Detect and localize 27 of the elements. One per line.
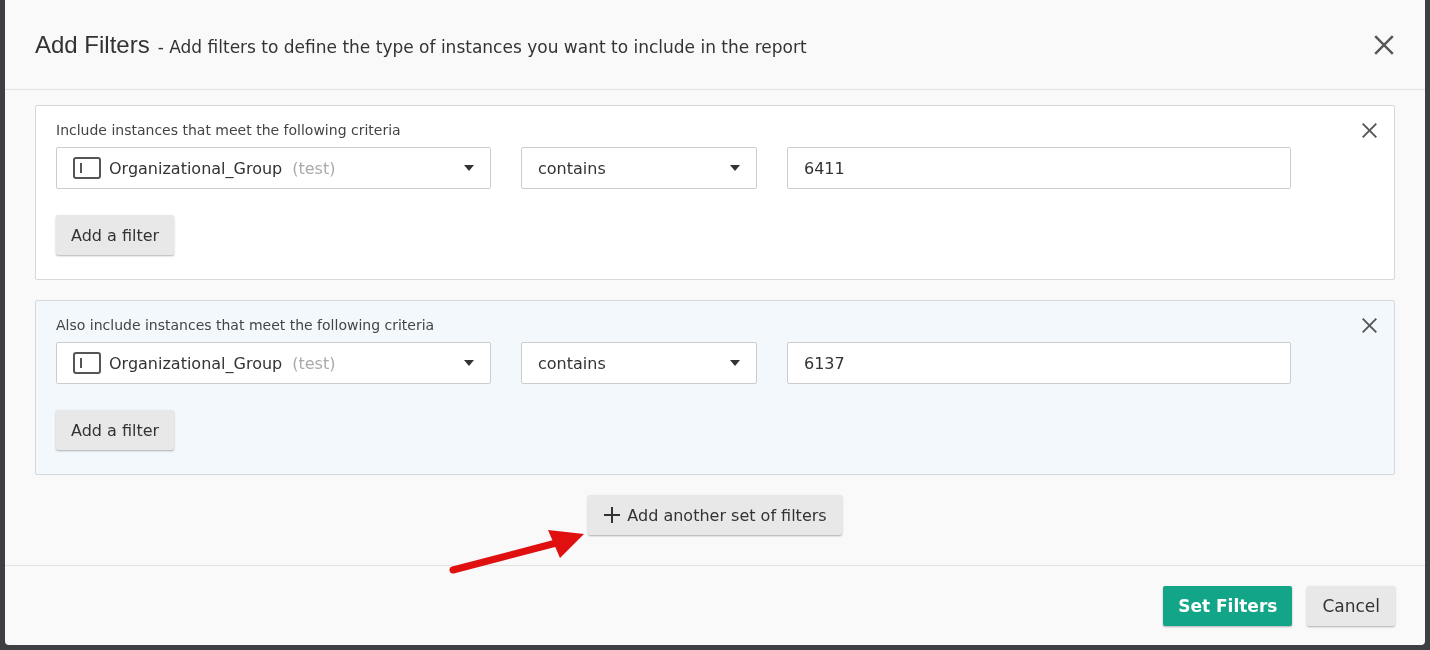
close-icon (1373, 33, 1395, 56)
remove-set-button[interactable] (1361, 122, 1378, 139)
plus-icon (603, 506, 622, 524)
value-input[interactable]: 6137 (787, 342, 1291, 384)
close-icon (1361, 122, 1378, 139)
caret-icon (730, 360, 740, 366)
dialog-title: Add Filters (35, 30, 150, 59)
close-button[interactable] (1373, 33, 1395, 56)
field-dropdown[interactable]: Organizational_Group (test) (56, 342, 491, 384)
field-icon (73, 157, 101, 179)
caret-icon (464, 165, 474, 171)
field-icon (73, 352, 101, 374)
filter-set-label: Also include instances that meet the following criteria (56, 317, 435, 333)
field-dropdown[interactable]: Organizational_Group (test) (56, 147, 491, 189)
close-icon (1361, 317, 1378, 334)
operator-dropdown[interactable]: contains (521, 147, 757, 189)
add-filter-button[interactable]: Add a filter (56, 410, 175, 450)
dialog-subtitle: - Add filters to define the type of instances you want to include in the report (157, 36, 807, 57)
filter-set-label: Include instances that meet the following criteria (56, 122, 401, 138)
caret-icon (464, 360, 474, 366)
add-filter-button[interactable]: Add a filter (56, 215, 175, 255)
cancel-button[interactable]: Cancel (1307, 585, 1395, 626)
caret-icon (730, 165, 740, 171)
add-set-button[interactable]: Add another set of filters (588, 495, 842, 535)
remove-set-button[interactable] (1361, 317, 1378, 334)
value-input[interactable]: 6411 (787, 147, 1291, 189)
operator-dropdown[interactable]: contains (521, 342, 757, 384)
